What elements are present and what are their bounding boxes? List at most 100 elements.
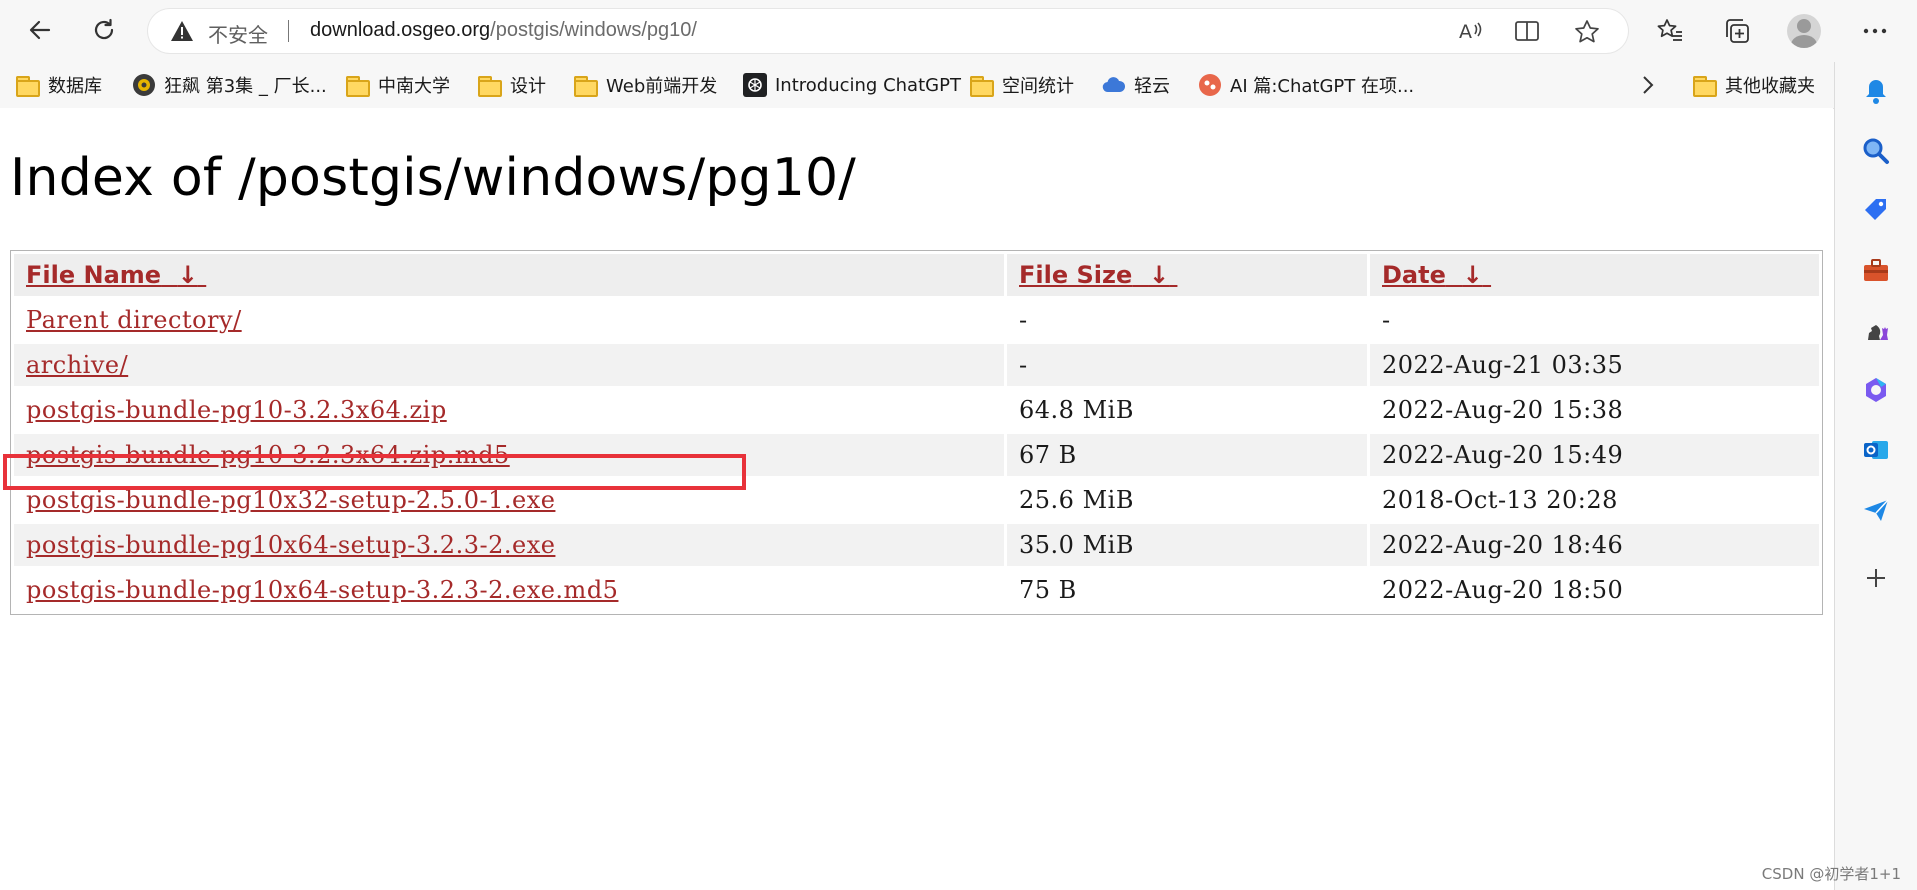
file-link[interactable]: Parent directory/	[26, 306, 242, 334]
outlook-icon	[1864, 441, 1888, 459]
bookmark-item[interactable]: 狂飙 第3集 _ 厂长...	[132, 62, 327, 108]
refresh-button[interactable]	[84, 10, 124, 50]
header-label: File Name	[26, 261, 162, 289]
file-link[interactable]: archive/	[26, 351, 128, 379]
sort-by-name-link[interactable]: File Name ↓	[26, 261, 206, 289]
cloud-icon	[1102, 77, 1126, 93]
folder-icon	[970, 75, 994, 97]
paper-plane-icon	[1864, 499, 1889, 521]
bookmark-label: 设计	[510, 76, 546, 97]
file-date-cell: 2018-Oct-13 20:28	[1382, 486, 1618, 514]
watermark: CSDN @初学者1+1	[1761, 865, 1901, 883]
refresh-icon	[94, 18, 114, 40]
header-label: File Size	[1019, 261, 1133, 289]
column-header-size[interactable]: File Size ↓	[1007, 254, 1367, 296]
bookmark-item[interactable]: 设计	[478, 62, 546, 108]
page-title: Index of /postgis/windows/pg10/	[10, 148, 857, 208]
read-aloud-icon[interactable]: A	[1458, 19, 1484, 43]
office-icon	[1866, 378, 1886, 402]
sort-by-size-link[interactable]: File Size ↓	[1019, 261, 1177, 289]
bookmarks-bar: 数据库 狂飙 第3集 _ 厂长... 中南大学 设计 Web前端开发 Intro…	[0, 62, 1917, 109]
file-size-cell: 35.0 MiB	[1007, 524, 1367, 566]
tag-icon	[1865, 199, 1886, 220]
file-table: File Name ↓ File Size ↓ Date ↓ Parent di…	[10, 250, 1823, 615]
file-date-cell: 2022-Aug-20 15:38	[1382, 396, 1624, 424]
url-text[interactable]: download.osgeo.org/postgis/windows/pg10/	[310, 19, 697, 42]
bookmark-label: 空间统计	[1002, 76, 1074, 97]
bookmark-label: 轻云	[1134, 76, 1170, 97]
outlook-button[interactable]	[1859, 433, 1893, 467]
bookmarks-overflow-button[interactable]	[1640, 62, 1656, 108]
other-bookmarks[interactable]: 其他收藏夹	[1693, 62, 1815, 108]
table-header-row: File Name ↓ File Size ↓ Date ↓	[14, 254, 1819, 296]
favorites-list-icon	[1657, 19, 1682, 41]
favorite-star-icon[interactable]	[1574, 19, 1600, 45]
back-button[interactable]	[20, 10, 60, 50]
add-sidebar-app-button[interactable]	[1859, 561, 1893, 595]
split-screen-icon[interactable]	[1514, 19, 1540, 43]
sort-arrow-icon: ↓	[1148, 261, 1170, 289]
search-icon	[1863, 138, 1889, 164]
file-date-cell: 2022-Aug-20 18:50	[1382, 576, 1624, 604]
tools-button[interactable]	[1859, 253, 1893, 287]
column-header-date[interactable]: Date ↓	[1370, 254, 1819, 296]
site-icon	[133, 74, 155, 96]
other-bookmarks-label: 其他收藏夹	[1725, 76, 1815, 97]
address-bar[interactable]: 不安全 download.osgeo.org/postgis/windows/p…	[148, 9, 1628, 53]
file-link[interactable]: postgis-bundle-pg10-3.2.3x64.zip	[26, 396, 447, 424]
bookmark-item[interactable]: Introducing ChatGPT	[743, 62, 961, 108]
file-size-cell: -	[1007, 344, 1367, 386]
chess-icon	[1868, 325, 1888, 340]
file-name-cell: postgis-bundle-pg10x64-setup-3.2.3-2.exe	[14, 524, 1004, 566]
file-link[interactable]: postgis-bundle-pg10x64-setup-3.2.3-2.exe…	[26, 576, 618, 604]
table-row: postgis-bundle-pg10-3.2.3x64.zip 64.8 Mi…	[14, 389, 1819, 431]
bookmark-item[interactable]: 数据库	[16, 62, 102, 108]
bookmark-item[interactable]: Web前端开发	[574, 62, 717, 108]
page-content: Index of /postgis/windows/pg10/ File Nam…	[0, 108, 1833, 890]
file-date-cell: -	[1382, 306, 1391, 334]
file-date-cell: 2022-Aug-20 15:49	[1370, 434, 1819, 476]
games-button[interactable]	[1859, 313, 1893, 347]
svg-text:A: A	[1459, 21, 1472, 43]
profile-avatar[interactable]	[1787, 14, 1821, 48]
table-row: Parent directory/ - -	[14, 299, 1819, 341]
chevron-right-icon	[1643, 76, 1654, 94]
bookmark-label: 狂飙 第3集 _ 厂长...	[164, 76, 327, 97]
bookmark-label: Web前端开发	[606, 76, 718, 97]
bookmark-item[interactable]: AI 篇:ChatGPT 在项...	[1198, 62, 1414, 108]
folder-icon	[16, 75, 40, 97]
sort-arrow-icon: ↓	[177, 261, 198, 289]
file-name-cell: archive/	[14, 344, 1004, 386]
favorites-button[interactable]	[1651, 12, 1689, 50]
collections-button[interactable]	[1718, 12, 1756, 50]
file-size-cell: 67 B	[1007, 434, 1367, 476]
folder-icon	[1693, 75, 1717, 97]
send-button[interactable]	[1859, 493, 1893, 527]
url-path: /postgis/windows/pg10/	[490, 19, 697, 41]
bookmark-item[interactable]: 轻云	[1102, 62, 1170, 108]
folder-icon	[574, 75, 598, 97]
sort-by-date-link[interactable]: Date ↓	[1382, 261, 1491, 289]
site-icon	[1199, 74, 1221, 96]
bookmark-label: AI 篇:ChatGPT 在项...	[1230, 76, 1415, 97]
column-header-name[interactable]: File Name ↓	[14, 254, 1004, 296]
microsoft365-button[interactable]	[1859, 373, 1893, 407]
file-size-cell: 25.6 MiB	[1019, 486, 1134, 514]
chatgpt-icon	[743, 73, 767, 97]
collections-icon	[1726, 19, 1749, 43]
file-link[interactable]: postgis-bundle-pg10x32-setup-2.5.0-1.exe	[26, 486, 555, 514]
search-button[interactable]	[1859, 134, 1893, 168]
shopping-button[interactable]	[1859, 193, 1893, 227]
warning-icon[interactable]	[170, 20, 194, 42]
bookmark-item[interactable]: 中南大学	[346, 62, 450, 108]
more-menu-button[interactable]	[1856, 12, 1894, 50]
plus-icon	[1867, 569, 1885, 587]
notifications-button[interactable]	[1859, 74, 1893, 108]
folder-icon	[346, 75, 370, 97]
edge-sidebar	[1834, 62, 1917, 890]
file-link[interactable]: postgis-bundle-pg10x64-setup-3.2.3-2.exe	[26, 531, 555, 559]
file-size-cell: 64.8 MiB	[1019, 396, 1134, 424]
bookmark-item[interactable]: 空间统计	[970, 62, 1074, 108]
table-row: postgis-bundle-pg10x64-setup-3.2.3-2.exe…	[14, 524, 1819, 566]
security-status[interactable]: 不安全	[208, 19, 268, 48]
